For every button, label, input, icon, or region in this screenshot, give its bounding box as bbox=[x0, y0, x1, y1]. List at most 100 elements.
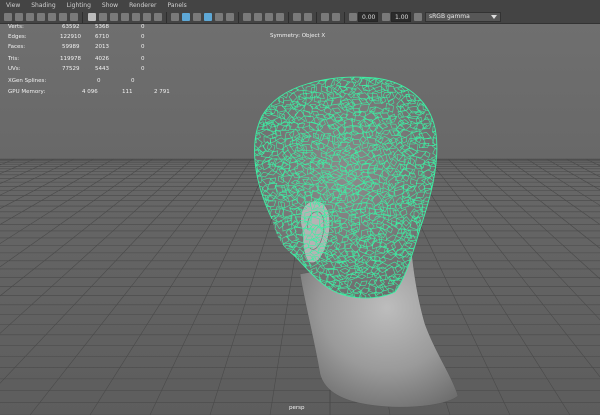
hud-value: 4 096 bbox=[82, 89, 98, 95]
hair-card bbox=[424, 80, 434, 86]
hud-value: 0 bbox=[131, 78, 135, 84]
hud-value: 5443 bbox=[95, 66, 109, 72]
hair-card bbox=[431, 106, 437, 112]
hair-card bbox=[289, 260, 300, 273]
hair-card bbox=[434, 198, 437, 205]
grid-line bbox=[149, 158, 272, 415]
hair-card bbox=[259, 97, 268, 108]
grid-line bbox=[89, 158, 252, 415]
hair-card bbox=[421, 283, 431, 293]
use-all-lights-icon[interactable] bbox=[215, 13, 223, 21]
textured-icon[interactable] bbox=[204, 13, 212, 21]
hair-card bbox=[239, 281, 246, 286]
field-chart-icon[interactable] bbox=[132, 13, 140, 21]
hair-card bbox=[239, 239, 254, 248]
gamma-field[interactable]: 1.00 bbox=[391, 12, 411, 22]
hair-card bbox=[242, 143, 250, 149]
hair-card bbox=[423, 278, 431, 286]
3d-viewport[interactable]: Verts: 63592 5368 0 Edges: 122910 6710 0… bbox=[0, 24, 600, 415]
menu-lighting[interactable]: Lighting bbox=[67, 0, 91, 11]
hair-card bbox=[260, 300, 274, 308]
gamma-icon[interactable] bbox=[382, 13, 390, 21]
xray-components-icon[interactable] bbox=[332, 13, 340, 21]
hud-value: 0 bbox=[141, 56, 145, 62]
hair-card bbox=[240, 275, 250, 284]
grid-toggle-icon[interactable] bbox=[70, 13, 78, 21]
hair-card bbox=[416, 250, 427, 262]
film-gate-icon[interactable] bbox=[99, 13, 107, 21]
hair-card bbox=[270, 84, 278, 94]
hair-card bbox=[401, 77, 412, 79]
gate-mask-icon[interactable] bbox=[121, 13, 129, 21]
xray-icon[interactable] bbox=[304, 13, 312, 21]
hair-card bbox=[254, 212, 268, 222]
smooth-shade-icon[interactable] bbox=[182, 13, 190, 21]
hair-card bbox=[238, 231, 248, 236]
hair-card bbox=[429, 77, 437, 87]
hair-card bbox=[254, 200, 258, 209]
grid-line bbox=[487, 158, 600, 249]
hair-card bbox=[241, 174, 251, 185]
hair-card bbox=[239, 80, 252, 88]
xray-joints-icon[interactable] bbox=[321, 13, 329, 21]
menu-shading[interactable]: Shading bbox=[31, 0, 55, 11]
hair-card bbox=[254, 97, 262, 106]
hair-card bbox=[272, 275, 284, 283]
select-camera-icon[interactable] bbox=[4, 13, 12, 21]
camera-attributes-icon[interactable] bbox=[15, 13, 23, 21]
hair-card bbox=[259, 291, 272, 299]
hair-card bbox=[240, 253, 245, 258]
ambient-occlusion-icon[interactable] bbox=[243, 13, 251, 21]
exposure-field[interactable]: 0.00 bbox=[358, 12, 378, 22]
multisample-icon[interactable] bbox=[265, 13, 273, 21]
menu-show[interactable]: Show bbox=[102, 0, 118, 11]
hair-card bbox=[394, 77, 401, 82]
hair-card bbox=[254, 77, 257, 79]
hair-card bbox=[414, 249, 429, 258]
menu-renderer[interactable]: Renderer bbox=[129, 0, 156, 11]
shadows-icon[interactable] bbox=[226, 13, 234, 21]
hair-card bbox=[254, 239, 262, 248]
hair-card bbox=[429, 205, 437, 216]
hair-card bbox=[436, 134, 437, 144]
wireframe-icon[interactable] bbox=[171, 13, 179, 21]
isolate-select-icon[interactable] bbox=[293, 13, 301, 21]
hair-card bbox=[244, 127, 251, 132]
color-space-dropdown[interactable]: sRGB gamma bbox=[425, 12, 501, 22]
hair-card bbox=[296, 301, 302, 308]
hair-card bbox=[255, 228, 267, 237]
hud-label: UVs: bbox=[8, 66, 21, 72]
hud-value: 0 bbox=[97, 78, 101, 84]
menu-panels[interactable]: Panels bbox=[167, 0, 186, 11]
view-transform-icon[interactable] bbox=[414, 13, 422, 21]
hair-card bbox=[240, 270, 247, 278]
exposure-icon[interactable] bbox=[349, 13, 357, 21]
safe-action-icon[interactable] bbox=[143, 13, 151, 21]
image-plane-icon[interactable] bbox=[37, 13, 45, 21]
hud-value: 77529 bbox=[62, 66, 80, 72]
hud-value: 2 791 bbox=[154, 89, 170, 95]
hair-card bbox=[410, 83, 417, 91]
depth-of-field-icon[interactable] bbox=[276, 13, 284, 21]
hair-card bbox=[427, 273, 437, 283]
hair-card bbox=[261, 77, 272, 78]
grid-line bbox=[0, 158, 55, 185]
two-d-pan-zoom-icon[interactable] bbox=[48, 13, 56, 21]
hair-card bbox=[430, 77, 437, 81]
grid-icon[interactable] bbox=[88, 13, 96, 21]
hair-card bbox=[418, 250, 433, 258]
hair-card bbox=[241, 111, 251, 117]
motion-blur-icon[interactable] bbox=[254, 13, 262, 21]
hair-card bbox=[420, 90, 436, 100]
bookmark-icon[interactable] bbox=[26, 13, 34, 21]
hair-card bbox=[427, 237, 437, 243]
wireframe-on-shaded-icon[interactable] bbox=[193, 13, 201, 21]
safe-title-icon[interactable] bbox=[154, 13, 162, 21]
hair-card bbox=[291, 283, 300, 289]
resolution-gate-icon[interactable] bbox=[110, 13, 118, 21]
hair-card bbox=[427, 258, 437, 271]
hair-card bbox=[288, 301, 298, 307]
menu-view[interactable]: View bbox=[6, 0, 20, 11]
hair-card bbox=[282, 255, 293, 262]
grease-pencil-icon[interactable] bbox=[59, 13, 67, 21]
